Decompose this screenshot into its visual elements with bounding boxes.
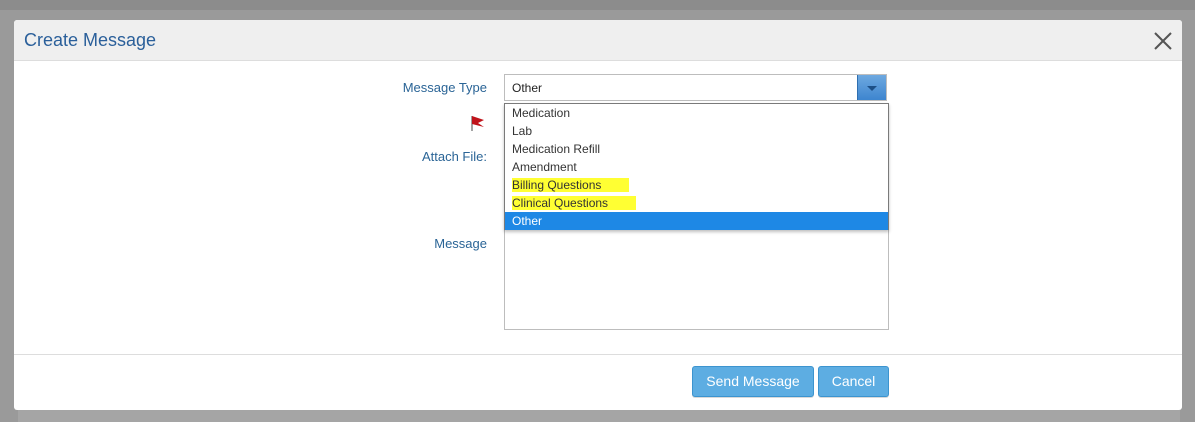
message-type-select[interactable]: Other [504,74,887,101]
message-textarea[interactable] [504,230,889,330]
flag-icon [469,114,487,132]
create-message-modal: Create Message Message Type Attach File:… [14,20,1182,410]
send-message-button[interactable]: Send Message [692,366,814,397]
dropdown-option-medication-refill[interactable]: Medication Refill [505,140,888,158]
close-icon[interactable] [1152,30,1174,52]
message-label: Message [434,236,487,251]
message-type-selected-value: Other [512,81,543,95]
dropdown-option-medication[interactable]: Medication [505,104,888,122]
page-backdrop-bottom [18,410,1180,422]
dropdown-option-other[interactable]: Other [505,212,888,230]
message-type-label: Message Type [402,80,487,95]
attach-file-label: Attach File: [421,149,487,164]
dropdown-option-clinical-questions[interactable]: Clinical Questions [505,194,888,212]
dropdown-option-amendment[interactable]: Amendment [505,158,888,176]
modal-header: Create Message [14,20,1182,61]
chevron-down-icon[interactable] [857,75,886,100]
modal-title: Create Message [24,30,157,50]
dropdown-option-billing-questions[interactable]: Billing Questions [505,176,888,194]
message-type-dropdown: Medication Lab Medication Refill Amendme… [504,103,889,230]
footer-divider [14,354,1182,355]
dropdown-option-lab[interactable]: Lab [505,122,888,140]
page-backdrop [0,0,1195,10]
cancel-button[interactable]: Cancel [818,366,889,397]
